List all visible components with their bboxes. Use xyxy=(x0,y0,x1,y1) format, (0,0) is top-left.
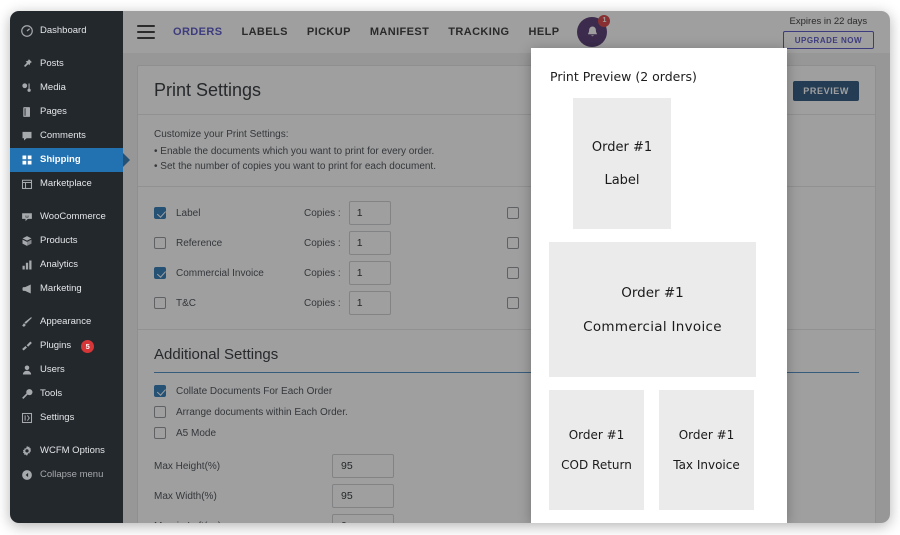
sidebar-item-comments[interactable]: Comments xyxy=(10,124,123,148)
sidebar-item-label: Settings xyxy=(40,412,75,423)
preview-doc-type: Commercial Invoice xyxy=(583,318,722,335)
preview-pages: Order #1 Label Order #1 Commercial Invoi… xyxy=(531,98,787,523)
woo-icon: W xyxy=(20,211,33,224)
preview-order-number: Order #1 xyxy=(591,139,653,155)
screenshot-root: Dashboard Posts Media Pages Comments Shi… xyxy=(0,0,900,535)
sidebar-item-dashboard[interactable]: Dashboard xyxy=(10,19,123,43)
media-icon xyxy=(20,82,33,95)
wp-admin-sidebar: Dashboard Posts Media Pages Comments Shi… xyxy=(10,11,123,523)
sidebar-item-analytics[interactable]: Analytics xyxy=(10,253,123,277)
sidebar-item-marketplace[interactable]: Marketplace xyxy=(10,172,123,196)
sidebar-item-label: Products xyxy=(40,235,78,246)
sidebar-item-marketing[interactable]: Marketing xyxy=(10,277,123,301)
sidebar-item-label: Users xyxy=(40,364,65,375)
preview-page-cod-return[interactable]: Order #1 COD Return xyxy=(549,390,644,510)
sidebar-item-label: WCFM Options xyxy=(40,445,105,456)
svg-text:W: W xyxy=(25,215,29,219)
sidebar-item-appearance[interactable]: Appearance xyxy=(10,310,123,334)
preview-order-number: Order #1 xyxy=(568,428,625,442)
plugins-update-badge: 5 xyxy=(81,339,95,353)
settings-icon xyxy=(20,412,33,425)
sidebar-item-collapse-menu[interactable]: Collapse menu xyxy=(10,463,123,487)
sidebar-divider xyxy=(10,196,123,205)
preview-doc-type: Tax Invoice xyxy=(673,458,740,472)
app-window: Dashboard Posts Media Pages Comments Shi… xyxy=(10,11,890,523)
sidebar-item-label: Marketing xyxy=(40,283,82,294)
dashboard-icon xyxy=(20,25,33,38)
sidebar-divider xyxy=(10,301,123,310)
comment-icon xyxy=(20,130,33,143)
analytics-icon xyxy=(20,259,33,272)
sidebar-item-plugins[interactable]: Plugins 5 xyxy=(10,334,123,358)
sidebar-item-label: Comments xyxy=(40,130,86,141)
sidebar-item-label: Analytics xyxy=(40,259,79,270)
sidebar-item-label: Plugins xyxy=(40,340,72,351)
sidebar-item-media[interactable]: Media xyxy=(10,76,123,100)
preview-order-number: Order #1 xyxy=(678,428,735,442)
sidebar-item-label: Dashboard xyxy=(40,25,87,36)
sidebar-item-tools[interactable]: Tools xyxy=(10,382,123,406)
grid-icon xyxy=(20,154,33,167)
preview-page-label[interactable]: Order #1 Label xyxy=(573,98,671,229)
sidebar-item-woocommerce[interactable]: W WooCommerce xyxy=(10,205,123,229)
megaphone-icon xyxy=(20,283,33,296)
sidebar-item-label: Marketplace xyxy=(40,178,92,189)
preview-page-pair: Order #1 COD Return Order #1 Tax Invoice xyxy=(549,390,769,523)
marketplace-icon xyxy=(20,178,33,191)
sidebar-item-posts[interactable]: Posts xyxy=(10,52,123,76)
collapse-icon xyxy=(20,469,33,482)
sidebar-item-label: Shipping xyxy=(40,154,81,165)
pin-icon xyxy=(20,58,33,71)
main-panel: ORDERS LABELS PICKUP MANIFEST TRACKING H… xyxy=(123,11,890,523)
plug-icon xyxy=(20,340,33,353)
sidebar-item-pages[interactable]: Pages xyxy=(10,100,123,124)
sidebar-item-label: Pages xyxy=(40,106,67,117)
sidebar-item-label: Appearance xyxy=(40,316,92,327)
sidebar-divider xyxy=(10,430,123,439)
box-icon xyxy=(20,235,33,248)
preview-doc-type: Label xyxy=(604,172,640,188)
sidebar-item-label: Posts xyxy=(40,58,64,69)
preview-page-commercial-invoice[interactable]: Order #1 Commercial Invoice xyxy=(549,242,756,377)
preview-page-tax-invoice[interactable]: Order #1 Tax Invoice xyxy=(659,390,754,510)
pages-icon xyxy=(20,106,33,119)
sidebar-item-products[interactable]: Products xyxy=(10,229,123,253)
user-icon xyxy=(20,364,33,377)
sidebar-item-label: Media xyxy=(40,82,66,93)
sidebar-item-settings[interactable]: Settings xyxy=(10,406,123,430)
gear-icon xyxy=(20,445,33,458)
modal-title: Print Preview (2 orders) xyxy=(550,69,697,84)
print-preview-modal: Print Preview (2 orders) Order #1 Label … xyxy=(531,48,787,523)
preview-order-number: Order #1 xyxy=(621,284,684,301)
sidebar-item-label: WooCommerce xyxy=(40,211,106,222)
sidebar-divider xyxy=(10,43,123,52)
sidebar-item-users[interactable]: Users xyxy=(10,358,123,382)
sidebar-item-shipping[interactable]: Shipping xyxy=(10,148,123,172)
wrench-icon xyxy=(20,388,33,401)
sidebar-item-label: Tools xyxy=(40,388,63,399)
preview-doc-type: COD Return xyxy=(561,458,632,472)
sidebar-item-label: Collapse menu xyxy=(40,469,104,480)
sidebar-item-wcfm-options[interactable]: WCFM Options xyxy=(10,439,123,463)
brush-icon xyxy=(20,316,33,329)
